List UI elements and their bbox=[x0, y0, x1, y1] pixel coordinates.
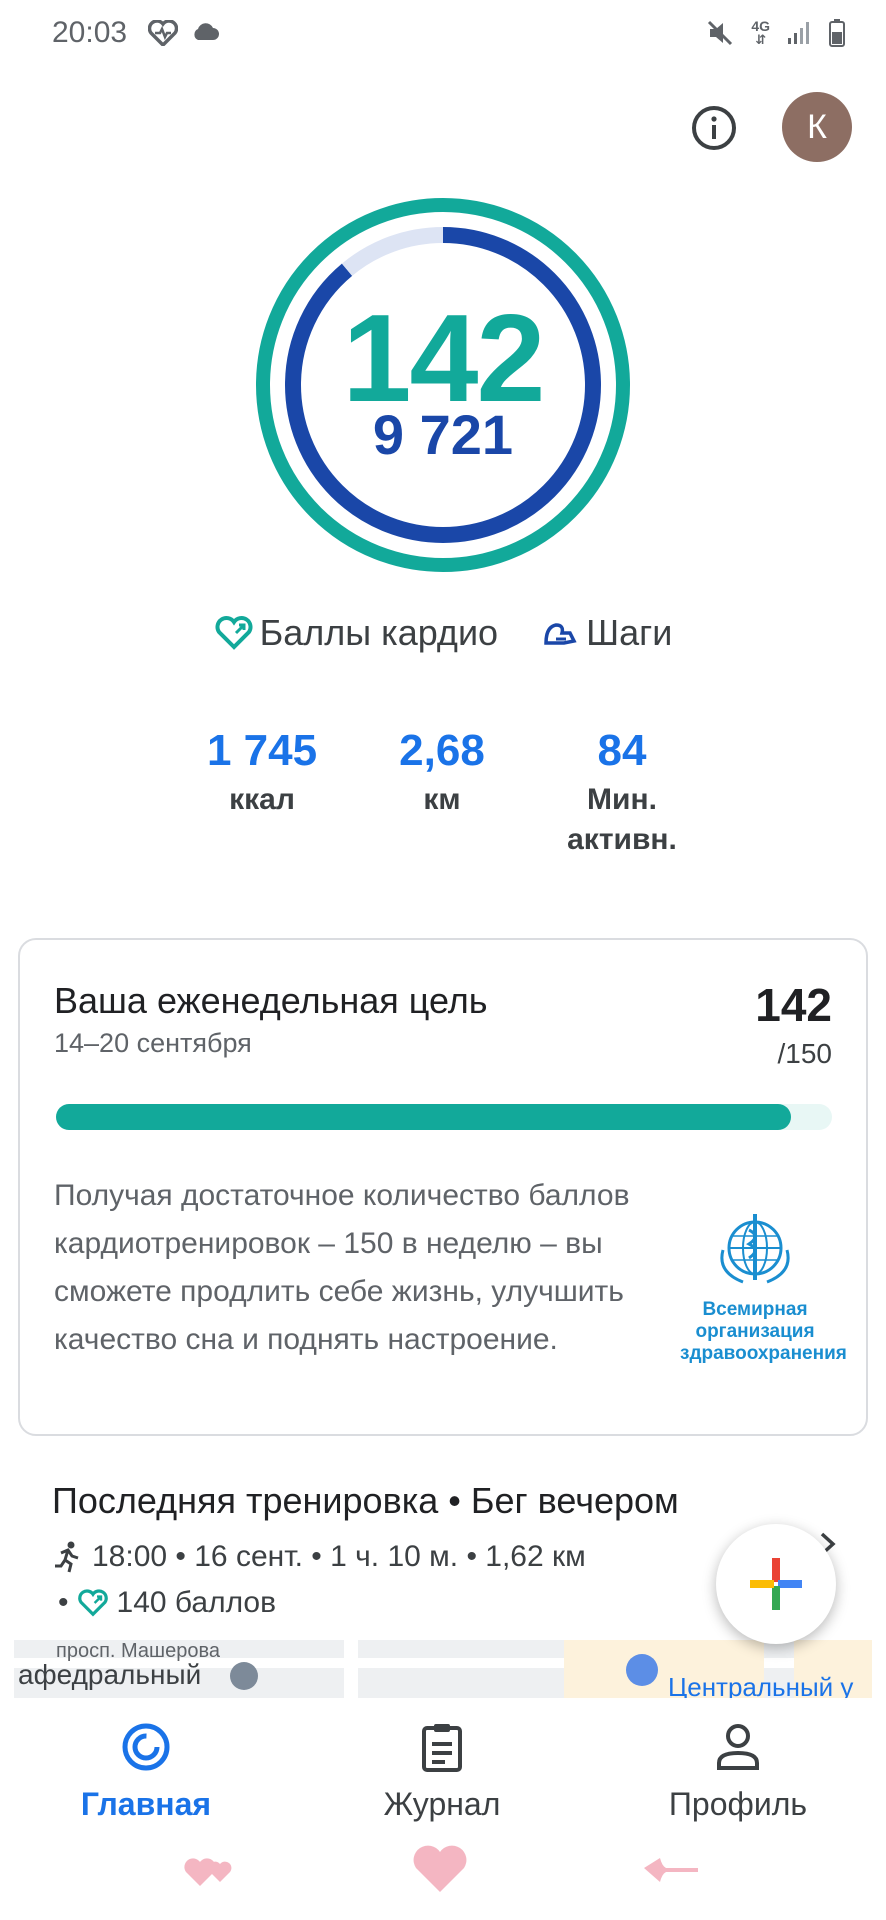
running-icon bbox=[55, 1541, 79, 1573]
heart-home-icon[interactable] bbox=[410, 1842, 470, 1894]
rings-legend: Баллы кардио Шаги bbox=[0, 612, 886, 654]
hearts-icon[interactable] bbox=[180, 1848, 240, 1892]
weekly-goal-card[interactable]: Ваша еженедельная цель 14–20 сентября 14… bbox=[18, 938, 868, 1436]
who-logo: Всемирная организация здравоохранения bbox=[680, 1210, 847, 1365]
mute-icon bbox=[708, 20, 733, 46]
add-activity-button[interactable] bbox=[716, 1524, 836, 1644]
info-icon bbox=[692, 106, 736, 150]
status-right-icons: 4G ⇵ bbox=[705, 18, 846, 48]
workout-meta: 18:00 • 16 сент. • 1 ч. 10 м. • 1,62 км bbox=[52, 1540, 586, 1574]
goal-title: Ваша еженедельная цель bbox=[54, 980, 488, 1021]
goal-dates: 14–20 сентября bbox=[54, 1028, 252, 1058]
workout-title: Последняя тренировка • Бег вечером bbox=[52, 1480, 679, 1521]
legend-heart-points-label: Баллы кардио bbox=[259, 612, 499, 653]
avatar[interactable]: К bbox=[782, 92, 852, 162]
battery-icon bbox=[829, 19, 845, 47]
stat-calories: 1 745 ккал bbox=[172, 726, 352, 820]
goal-description: Получая достаточное количество баллов ка… bbox=[54, 1179, 630, 1356]
map-street-label: просп. Машерова bbox=[56, 1640, 220, 1662]
legend-heart-points: Баллы кардио bbox=[214, 612, 498, 654]
info-button[interactable] bbox=[690, 104, 738, 152]
stat-calories-value: 1 745 bbox=[206, 726, 318, 775]
system-nav-bar bbox=[0, 1845, 886, 1908]
heart-points-small-icon bbox=[77, 1589, 108, 1617]
who-emblem-icon bbox=[720, 1214, 790, 1284]
stat-active-minutes-label: Мин. активн. bbox=[567, 783, 677, 856]
goal-progress-fill bbox=[56, 1104, 791, 1130]
goal-progress-bar bbox=[56, 1104, 832, 1130]
nav-item-journal[interactable]: Журнал bbox=[332, 1720, 552, 1823]
stat-distance-label: км bbox=[423, 783, 461, 816]
stat-active-minutes: 84 Мин. активн. bbox=[532, 726, 712, 860]
status-time: 20:03 bbox=[52, 16, 128, 49]
signal-icon bbox=[788, 22, 809, 44]
network-type-indicator: 4G ⇵ bbox=[751, 18, 770, 47]
who-logo-text: Всемирная организация здравоохранения bbox=[680, 1299, 847, 1364]
last-workout-card[interactable]: Последняя тренировка • Бег вечером 18:00… bbox=[52, 1480, 842, 1619]
steps-icon bbox=[544, 623, 577, 645]
goal-target: /150 bbox=[777, 1038, 833, 1069]
nav-label-profile: Профиль bbox=[668, 1786, 808, 1822]
activity-rings[interactable]: 142 9 721 bbox=[250, 192, 636, 578]
home-rings-icon bbox=[122, 1723, 170, 1771]
status-bar: 20:03 4G ⇵ bbox=[0, 0, 886, 70]
stat-distance: 2,68 км bbox=[352, 726, 532, 820]
clipboard-icon bbox=[422, 1724, 462, 1772]
steps-value: 9 721 bbox=[372, 403, 514, 466]
avatar-initial: К bbox=[807, 107, 827, 146]
workout-points-text: 140 баллов bbox=[116, 1586, 277, 1619]
plus-icon bbox=[750, 1558, 802, 1610]
legend-steps-label: Шаги bbox=[586, 612, 673, 653]
goal-value: 142 bbox=[755, 979, 832, 1031]
person-icon bbox=[717, 1724, 759, 1770]
svg-text:Центральный у: Центральный у bbox=[668, 1672, 853, 1700]
nav-label-home: Главная bbox=[80, 1786, 212, 1822]
cloud-icon bbox=[194, 23, 219, 40]
stat-distance-value: 2,68 bbox=[399, 726, 485, 775]
workout-meta-text: 18:00 • 16 сент. • 1 ч. 10 м. • 1,62 км bbox=[92, 1540, 586, 1573]
nav-item-home[interactable]: Главная bbox=[36, 1720, 256, 1823]
nav-item-profile[interactable]: Профиль bbox=[628, 1720, 848, 1823]
stat-active-minutes-value: 84 bbox=[597, 726, 647, 775]
stat-calories-label: ккал bbox=[229, 783, 295, 816]
status-left-icons bbox=[148, 20, 220, 46]
heart-points-icon bbox=[215, 616, 253, 650]
workout-points: • 140 баллов bbox=[58, 1586, 277, 1619]
legend-steps: Шаги bbox=[540, 612, 672, 654]
heart-rate-icon bbox=[148, 20, 178, 46]
arrow-back-icon[interactable] bbox=[640, 1850, 700, 1890]
nav-label-journal: Журнал bbox=[383, 1786, 501, 1822]
svg-text:афедральный: афедральный bbox=[18, 1659, 201, 1690]
